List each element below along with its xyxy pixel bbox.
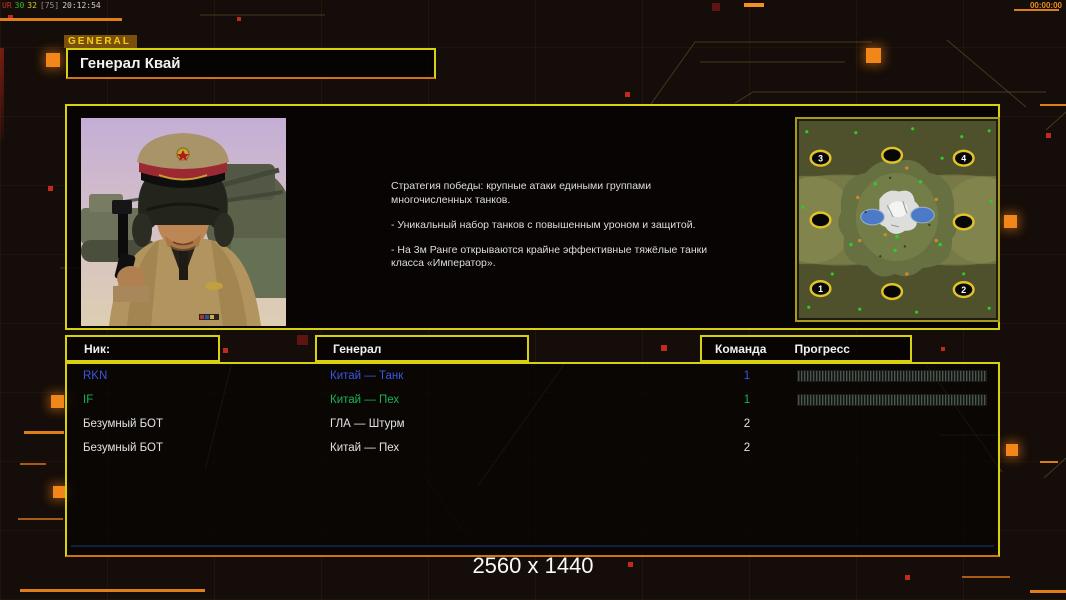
start-position bbox=[809, 211, 832, 229]
decor-line bbox=[20, 463, 46, 465]
decor-line bbox=[1040, 104, 1066, 106]
debug-part: 32 bbox=[27, 1, 37, 10]
general-header-label: Генерал bbox=[333, 341, 382, 356]
player-name: RKN bbox=[83, 370, 108, 382]
debug-part: UR bbox=[2, 1, 12, 10]
decor-line bbox=[24, 431, 64, 434]
general-info-panel: Стратегия победы: крупные атаки едиными … bbox=[65, 104, 1000, 330]
decor-line bbox=[744, 3, 764, 7]
nick-header-box: Ник: bbox=[65, 335, 220, 362]
player-general: Китай — Пех bbox=[330, 394, 400, 406]
svg-text:1: 1 bbox=[818, 284, 823, 294]
player-progress-bar bbox=[797, 394, 987, 406]
start-position: 2 bbox=[952, 281, 975, 299]
start-position bbox=[952, 213, 975, 231]
player-general: ГЛА — Штурм bbox=[330, 418, 405, 430]
decor-square bbox=[941, 347, 945, 351]
player-general: Китай — Танк bbox=[330, 370, 404, 382]
player-team: 2 bbox=[743, 442, 751, 454]
player-row: Безумный БОТ ГЛА — Штурм 2 bbox=[67, 412, 998, 436]
briefing-paragraph: - На 3м Ранге открываются крайне эффекти… bbox=[391, 243, 708, 270]
panel-divider-line bbox=[71, 545, 994, 547]
decor-square bbox=[46, 53, 60, 67]
decor-square bbox=[866, 48, 881, 63]
screen-title: Генерал Квай bbox=[80, 55, 181, 72]
general-header-box: Генерал bbox=[315, 335, 529, 362]
player-team: 1 bbox=[743, 394, 751, 406]
player-row: RKN Китай — Танк 1 bbox=[67, 364, 998, 388]
decor-strip bbox=[0, 48, 4, 140]
resolution-label: 2560 x 1440 bbox=[472, 553, 594, 578]
player-name: Безумный БОТ bbox=[83, 418, 163, 430]
general-portrait-art bbox=[81, 118, 286, 326]
decor-square bbox=[223, 348, 228, 353]
team-header-label: Команда bbox=[715, 341, 767, 356]
players-panel: RKN Китай — Танк 1 IF Китай — Пех 1 Безу… bbox=[65, 362, 1000, 557]
briefing-paragraph: - Уникальный набор танков с повышенным у… bbox=[391, 218, 696, 231]
decor-square bbox=[1046, 133, 1051, 138]
player-team: 1 bbox=[743, 370, 751, 382]
decor-square bbox=[661, 345, 667, 351]
decor-line bbox=[18, 518, 63, 520]
svg-text:3: 3 bbox=[818, 154, 823, 164]
decor-square bbox=[297, 335, 308, 345]
decor-square bbox=[53, 486, 65, 498]
decor-line bbox=[1030, 590, 1066, 593]
general-tab-label: GENERAL bbox=[64, 35, 137, 48]
decor-square bbox=[712, 3, 720, 11]
briefing-paragraph: Стратегия победы: крупные атаки едиными … bbox=[391, 180, 652, 206]
player-row: IF Китай — Пех 1 bbox=[67, 388, 998, 412]
decor-square bbox=[625, 92, 630, 97]
start-position: 3 bbox=[809, 149, 832, 167]
nick-header-label: Ник: bbox=[84, 341, 111, 356]
decor-square bbox=[237, 17, 241, 21]
player-progress-bar bbox=[797, 370, 987, 382]
general-portrait bbox=[81, 118, 286, 326]
briefing-text: Стратегия победы: крупные атаки едиными … bbox=[391, 180, 721, 282]
debug-readout: UR 30 32 [75] 20:12:54 bbox=[2, 1, 104, 10]
svg-text:2: 2 bbox=[961, 285, 966, 295]
start-position bbox=[881, 282, 904, 301]
svg-text:4: 4 bbox=[961, 154, 966, 164]
screen-title-box: Генерал Квай bbox=[66, 48, 436, 79]
decor-line bbox=[20, 589, 205, 592]
debug-part: 30 bbox=[14, 1, 25, 10]
decor-square bbox=[51, 395, 64, 408]
player-name: Безумный БОТ bbox=[83, 442, 163, 454]
debug-part: [75] bbox=[39, 1, 60, 10]
decor-line bbox=[1040, 461, 1058, 463]
debug-part: 20:12:54 bbox=[62, 1, 101, 10]
player-name: IF bbox=[83, 394, 94, 406]
match-timer: 00:00:00 bbox=[1029, 1, 1062, 10]
team-progress-header-box: Команда Прогресс bbox=[700, 335, 912, 362]
decor-square bbox=[1004, 215, 1017, 228]
progress-header-label: Прогресс bbox=[794, 341, 850, 356]
start-position: 4 bbox=[952, 149, 975, 167]
decor-square bbox=[1006, 444, 1018, 456]
decor-square bbox=[48, 186, 53, 191]
start-position bbox=[881, 146, 904, 164]
start-position: 1 bbox=[809, 280, 832, 298]
decor-line bbox=[0, 18, 122, 21]
minimap: 3 4 1 2 bbox=[795, 117, 1000, 322]
player-team: 2 bbox=[743, 418, 751, 430]
player-row: Безумный БОТ Китай — Пех 2 bbox=[67, 436, 998, 460]
player-general: Китай — Пех bbox=[330, 442, 400, 454]
